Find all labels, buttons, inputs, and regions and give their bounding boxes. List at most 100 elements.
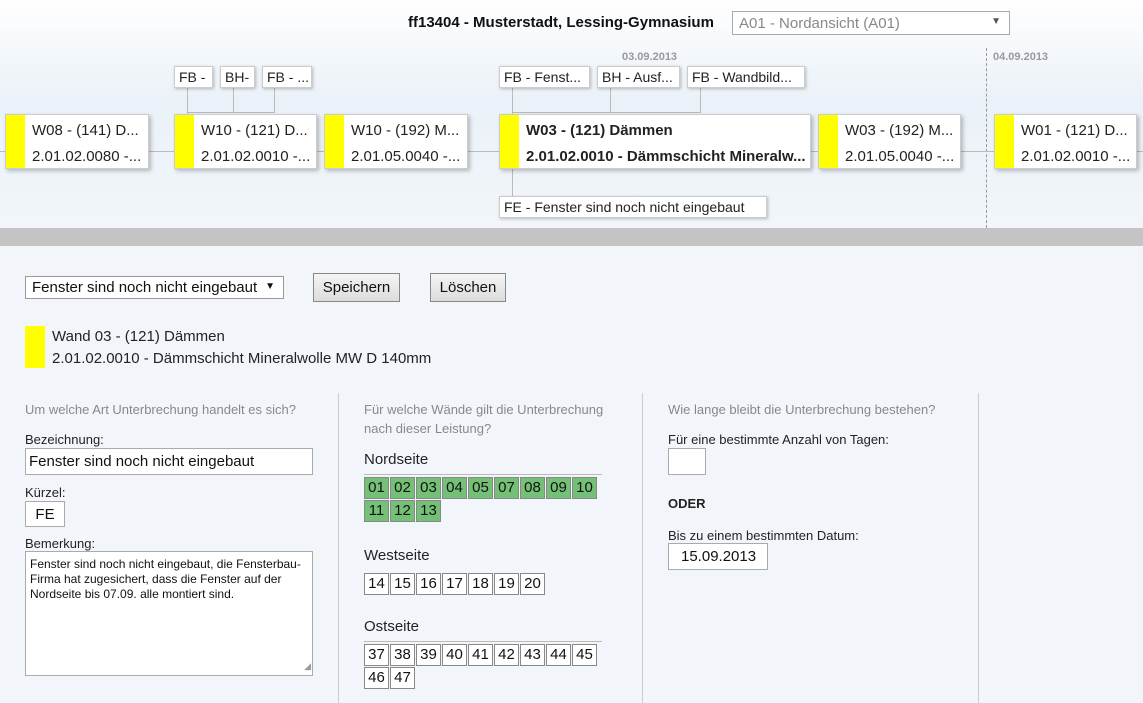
wall-cell[interactable]: 15 <box>390 573 415 595</box>
wall-cell[interactable]: 07 <box>494 477 519 499</box>
task-card[interactable]: W03 - (192) M... 2.01.05.0040 -... <box>818 114 961 169</box>
column-divider <box>978 393 979 703</box>
wall-cell[interactable]: 08 <box>520 477 545 499</box>
selected-task-title: Wand 03 - (121) Dämmen <box>52 328 225 345</box>
wall-cell[interactable]: 12 <box>390 500 415 522</box>
wall-cell[interactable]: 47 <box>390 667 415 689</box>
connector <box>233 87 234 113</box>
side-rule <box>364 641 602 642</box>
card-color-bar <box>6 115 25 168</box>
chevron-down-icon: ▼ <box>265 281 275 292</box>
column-divider <box>338 393 339 703</box>
note-textarea[interactable]: Fenster sind noch nicht eingebaut, die F… <box>25 551 313 676</box>
wall-cell[interactable]: 16 <box>416 573 441 595</box>
wall-cell[interactable]: 13 <box>416 500 441 522</box>
connector <box>512 87 513 115</box>
col-heading-walls: Für welche Wände gilt die Unterbrechung … <box>364 402 604 436</box>
days-label: Für eine bestimmte Anzahl von Tagen: <box>668 432 889 447</box>
project-title: ff13404 - Musterstadt, Lessing-Gymnasium <box>408 14 714 31</box>
timeline-tag[interactable]: FB - ... <box>262 66 312 88</box>
connector <box>274 87 275 113</box>
wall-cell[interactable]: 40 <box>442 644 467 666</box>
wall-cell[interactable]: 19 <box>494 573 519 595</box>
timeline-tag-selected[interactable]: FE - Fenster sind noch nicht eingebaut <box>499 196 767 218</box>
card-title: W10 - (192) M... <box>351 122 460 139</box>
interruption-select-value: Fenster sind noch nicht eingebaut <box>32 279 258 296</box>
timeline-tag[interactable]: FB - Wandbild... <box>687 66 805 88</box>
card-color-bar <box>995 115 1014 168</box>
resize-handle-icon[interactable]: ◢ <box>304 659 311 674</box>
delete-button[interactable]: Löschen <box>430 273 506 302</box>
task-card[interactable]: W10 - (121) D... 2.01.02.0010 -... <box>174 114 317 169</box>
note-text: Fenster sind noch nicht eingebaut, die F… <box>30 557 301 601</box>
name-label: Bezeichnung: <box>25 432 104 447</box>
card-color-bar <box>500 115 519 168</box>
card-title: W03 - (121) Dämmen <box>526 122 673 139</box>
card-title: W01 - (121) D... <box>1021 122 1128 139</box>
wall-cell[interactable]: 39 <box>416 644 441 666</box>
side-title-east: Ostseite <box>364 618 420 635</box>
col-heading-duration: Wie lange bleibt die Unterbrechung beste… <box>668 402 936 417</box>
timeline-tag[interactable]: BH- <box>220 66 255 88</box>
view-select-value: A01 - Nordansicht (A01) <box>739 15 900 32</box>
task-card[interactable]: W08 - (141) D... 2.01.02.0080 -... <box>5 114 149 169</box>
view-select[interactable]: A01 - Nordansicht (A01) ▼ <box>732 11 1010 35</box>
day-separator <box>986 48 987 228</box>
card-title: W03 - (192) M... <box>845 122 954 139</box>
card-color-bar <box>819 115 838 168</box>
card-subtitle: 2.01.05.0040 -... <box>845 148 955 165</box>
wall-cell[interactable]: 05 <box>468 477 493 499</box>
wall-cell[interactable]: 43 <box>520 644 545 666</box>
wall-cell[interactable]: 03 <box>416 477 441 499</box>
card-color-bar <box>325 115 344 168</box>
timeline-tag[interactable]: BH - Ausf... <box>597 66 680 88</box>
timeline-date: 03.09.2013 <box>622 51 678 63</box>
wall-cell[interactable]: 44 <box>546 644 571 666</box>
card-subtitle: 2.01.02.0010 -... <box>1021 148 1131 165</box>
connector <box>187 87 188 115</box>
wall-cell[interactable]: 04 <box>442 477 467 499</box>
connector <box>512 168 513 196</box>
wall-cell[interactable]: 02 <box>390 477 415 499</box>
selected-color-bar <box>25 326 45 368</box>
wall-grid-north: 01 02 03 04 05 07 08 09 10 11 12 13 <box>364 477 604 523</box>
save-button[interactable]: Speichern <box>313 273 400 302</box>
wall-cell[interactable]: 14 <box>364 573 389 595</box>
wall-cell[interactable]: 45 <box>572 644 597 666</box>
wall-cell[interactable]: 10 <box>572 477 597 499</box>
card-subtitle: 2.01.02.0010 -... <box>201 148 311 165</box>
wall-cell[interactable]: 41 <box>468 644 493 666</box>
task-card[interactable]: W01 - (121) D... 2.01.02.0010 -... <box>994 114 1137 169</box>
splitter[interactable] <box>0 228 1143 246</box>
short-input[interactable]: FE <box>25 501 65 527</box>
date-input[interactable]: 15.09.2013 <box>668 543 768 570</box>
card-color-bar <box>175 115 194 168</box>
or-label: ODER <box>668 496 706 511</box>
wall-cell[interactable]: 01 <box>364 477 389 499</box>
side-rule <box>364 474 602 475</box>
wall-cell[interactable]: 37 <box>364 644 389 666</box>
wall-cell[interactable]: 09 <box>546 477 571 499</box>
chevron-down-icon: ▼ <box>991 16 1001 27</box>
task-card[interactable]: W10 - (192) M... 2.01.05.0040 -... <box>324 114 468 169</box>
connector <box>700 87 701 113</box>
wall-cell[interactable]: 18 <box>468 573 493 595</box>
interruption-select[interactable]: Fenster sind noch nicht eingebaut ▼ <box>25 276 284 299</box>
note-label: Bemerkung: <box>25 536 96 551</box>
wall-cell[interactable]: 38 <box>390 644 415 666</box>
timeline-tag[interactable]: FB - Fenst... <box>499 66 590 88</box>
wall-cell[interactable]: 17 <box>442 573 467 595</box>
days-input[interactable] <box>668 448 706 475</box>
task-card-selected[interactable]: W03 - (121) Dämmen 2.01.02.0010 - Dämmsc… <box>499 114 811 169</box>
side-title-west: Westseite <box>364 547 430 564</box>
wall-cell[interactable]: 11 <box>364 500 389 522</box>
column-divider <box>642 393 643 703</box>
wall-cell[interactable]: 46 <box>364 667 389 689</box>
name-input[interactable]: Fenster sind noch nicht eingebaut <box>25 448 313 475</box>
card-subtitle: 2.01.05.0040 -... <box>351 148 461 165</box>
card-subtitle: 2.01.02.0010 - Dämmschicht Mineralw... <box>526 148 806 165</box>
wall-cell[interactable]: 42 <box>494 644 519 666</box>
timeline-tag[interactable]: FB - <box>174 66 213 88</box>
wall-cell[interactable]: 20 <box>520 573 545 595</box>
side-title-north: Nordseite <box>364 451 429 468</box>
